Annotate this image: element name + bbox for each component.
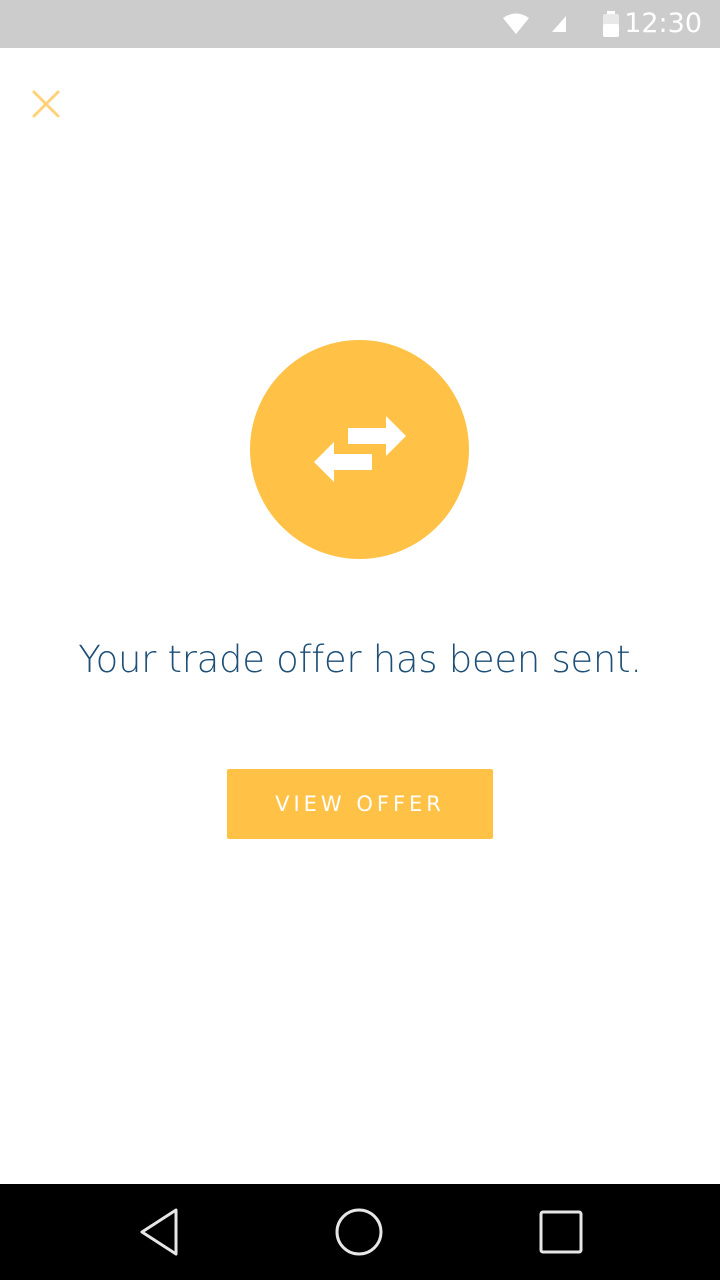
close-button[interactable] [22, 80, 70, 128]
back-icon [140, 1208, 178, 1256]
home-button[interactable] [311, 1184, 407, 1280]
close-icon [32, 90, 60, 118]
navigation-bar [0, 1184, 720, 1280]
swap-arrows-icon [313, 415, 406, 482]
confirmation-message: Your trade offer has been sent. [78, 638, 642, 681]
recents-icon [539, 1210, 583, 1254]
cell-signal-icon [548, 0, 570, 48]
view-offer-button[interactable]: VIEW OFFER [227, 769, 493, 839]
recents-button[interactable] [513, 1184, 609, 1280]
status-bar: 12:30 [0, 0, 720, 48]
battery-icon [598, 0, 624, 48]
home-icon [335, 1208, 383, 1256]
back-button[interactable] [112, 1184, 208, 1280]
status-time: 12:30 [624, 8, 702, 39]
wifi-icon [500, 0, 532, 48]
trade-icon-circle [250, 340, 469, 559]
